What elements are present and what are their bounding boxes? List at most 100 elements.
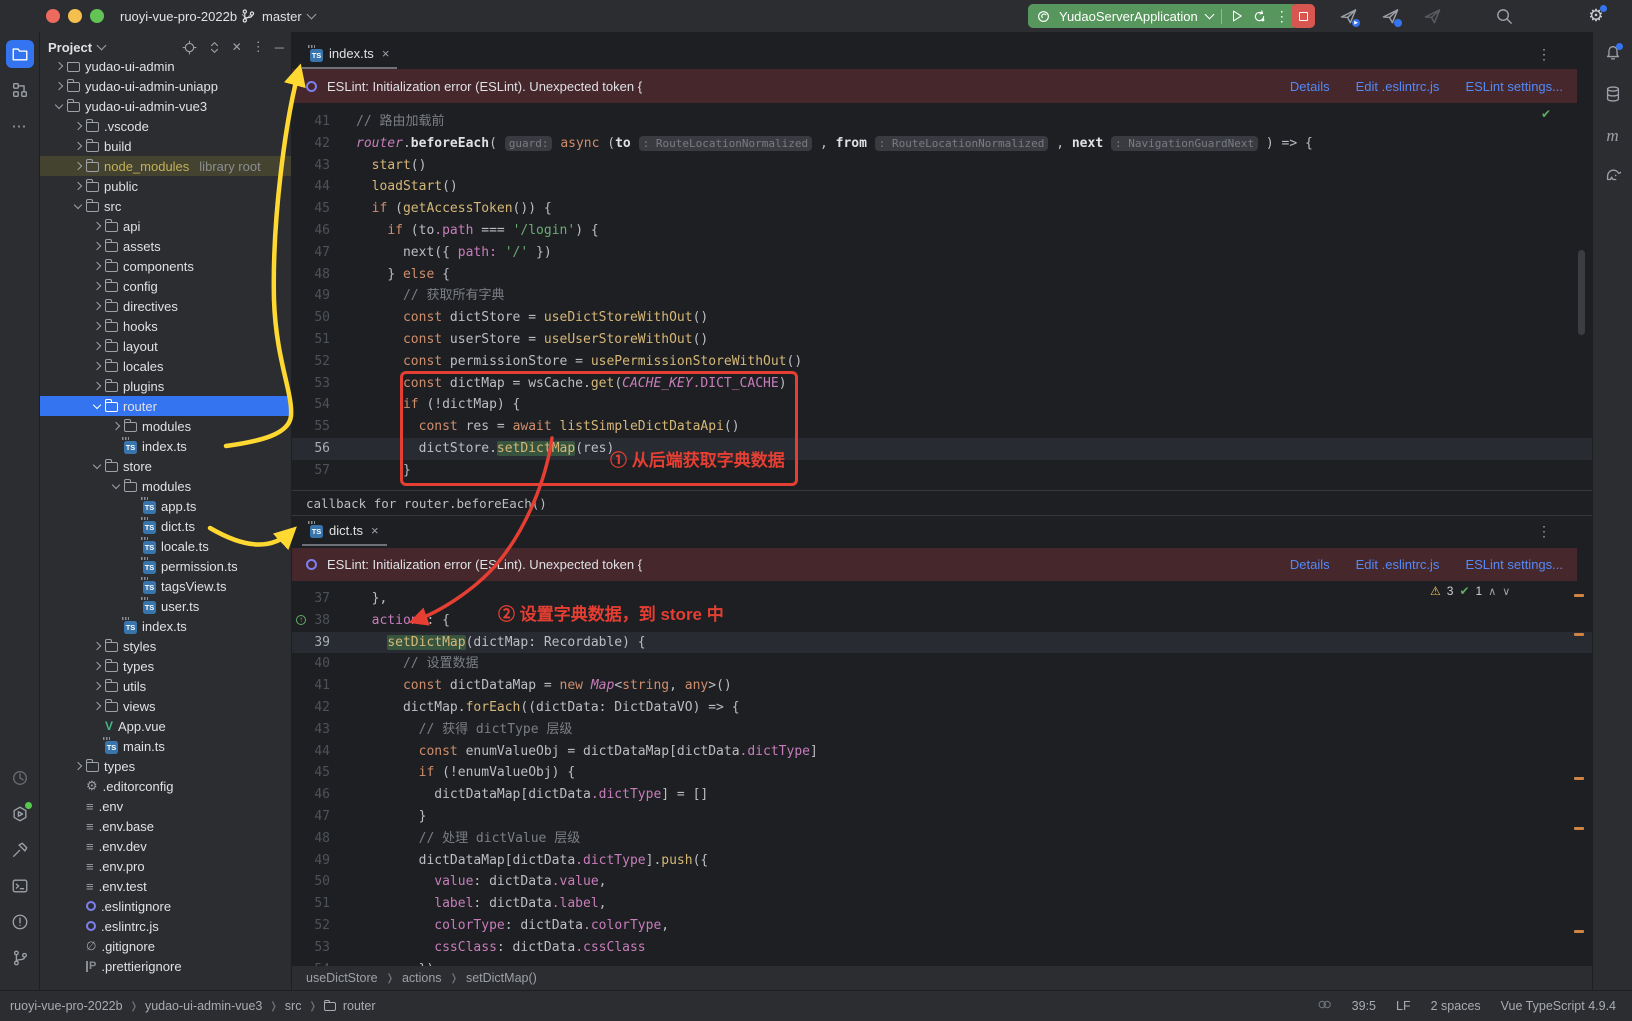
code-line-40[interactable]: 40 // 设置数据 <box>292 653 1592 675</box>
tree-item-index.ts[interactable]: TSindex.ts <box>40 436 292 456</box>
line-number[interactable]: 57 <box>292 460 344 482</box>
tab-index-ts[interactable]: TS index.ts × <box>302 40 397 69</box>
tab-options-icon[interactable]: ⋮ <box>1537 46 1552 63</box>
code-line-55[interactable]: 55 const res = await listSimpleDictDataA… <box>292 416 1592 438</box>
tree-item-src[interactable]: src <box>40 196 292 216</box>
code-line-45[interactable]: 45 if (!enumValueObj) { <box>292 762 1592 784</box>
tree-item-locale.ts[interactable]: TSlocale.ts <box>40 536 292 556</box>
breadcrumb-item[interactable]: useDictStore <box>306 971 378 985</box>
line-number[interactable]: 46 <box>292 220 344 242</box>
code-line-49[interactable]: 49 // 获取所有字典 <box>292 285 1592 307</box>
banner-link-edit-eslintrc-js[interactable]: Edit .eslintrc.js <box>1356 79 1440 94</box>
status-breadcrumb-item[interactable]: yudao-ui-admin-vue3 <box>145 999 262 1013</box>
chevron-right-icon[interactable] <box>93 322 101 330</box>
tree-item-node_modules[interactable]: node_moduleslibrary root <box>40 156 292 176</box>
chevron-right-icon[interactable] <box>112 422 120 430</box>
code-line-38[interactable]: 38↑ actions: { <box>292 610 1592 632</box>
tree-item-.eslintignore[interactable]: .eslintignore <box>40 896 292 916</box>
top-code-editor[interactable]: 41// 路由加载前42router.beforeEach( guard: as… <box>292 103 1592 490</box>
line-number[interactable]: 55 <box>292 416 344 438</box>
line-number[interactable]: 52 <box>292 915 344 937</box>
tree-item-.vscode[interactable]: .vscode <box>40 116 292 136</box>
code-line-37[interactable]: 37 }, <box>292 588 1592 610</box>
tree-item-index.ts[interactable]: TSindex.ts <box>40 616 292 636</box>
next-problem-icon[interactable]: ∨ <box>1502 585 1510 598</box>
chevron-right-icon[interactable] <box>55 82 63 90</box>
banner-link-edit-eslintrc-js[interactable]: Edit .eslintrc.js <box>1356 557 1440 572</box>
line-number[interactable]: 47 <box>292 242 344 264</box>
chevron-right-icon[interactable] <box>93 302 101 310</box>
tree-item-public[interactable]: public <box>40 176 292 196</box>
chevron-right-icon[interactable] <box>93 382 101 390</box>
tree-item-router[interactable]: router <box>40 396 292 416</box>
breadcrumb-item[interactable]: setDictMap() <box>466 971 537 985</box>
services-tool-window-button[interactable] <box>6 800 34 828</box>
line-number[interactable]: 46 <box>292 784 344 806</box>
tree-item-dict.ts[interactable]: TSdict.ts <box>40 516 292 536</box>
tree-item-yudao-ui-admin[interactable]: yudao-ui-admin <box>40 62 292 76</box>
line-number[interactable]: 54 <box>292 959 344 966</box>
line-number[interactable]: 42 <box>292 697 344 719</box>
breadcrumb-item[interactable]: actions <box>402 971 442 985</box>
banner-link-eslint-settings-[interactable]: ESLint settings... <box>1465 79 1563 94</box>
build-tool-window-button[interactable] <box>6 836 34 864</box>
status-breadcrumb-item[interactable]: router <box>343 999 376 1013</box>
line-number[interactable]: 40 <box>292 653 344 675</box>
code-line-47[interactable]: 47 next({ path: '/' }) <box>292 242 1592 264</box>
tree-item-directives[interactable]: directives <box>40 296 292 316</box>
warning-stripe-mark[interactable] <box>1574 827 1584 830</box>
tree-item-types[interactable]: types <box>40 756 292 776</box>
bottom-inspections-widget[interactable]: ⚠3 ✔1 ∧ ∨ <box>1430 584 1510 598</box>
tree-item-yudao-ui-admin-uniapp[interactable]: yudao-ui-admin-uniapp <box>40 76 292 96</box>
locate-file-icon[interactable] <box>182 40 197 55</box>
gradle-tool-icon[interactable] <box>1604 166 1622 187</box>
line-number[interactable]: 39 <box>292 632 344 654</box>
code-line-44[interactable]: 44 const enumValueObj = dictDataMap[dict… <box>292 741 1592 763</box>
status-breadcrumb-item[interactable]: src <box>285 999 302 1013</box>
chevron-down-icon[interactable] <box>93 400 101 408</box>
tree-item-api[interactable]: api <box>40 216 292 236</box>
chevron-down-icon[interactable] <box>74 200 82 208</box>
profile-file-icon[interactable] <box>1422 6 1442 26</box>
tree-item-App.vue[interactable]: VApp.vue <box>40 716 292 736</box>
close-tab-icon[interactable]: × <box>371 523 379 538</box>
code-line-47[interactable]: 47 } <box>292 806 1592 828</box>
tree-item-tagsView.ts[interactable]: TStagsView.ts <box>40 576 292 596</box>
code-line-42[interactable]: 42 dictMap.forEach((dictData: DictDataVO… <box>292 697 1592 719</box>
tree-item-yudao-ui-admin-vue3[interactable]: yudao-ui-admin-vue3 <box>40 96 292 116</box>
tree-item-hooks[interactable]: hooks <box>40 316 292 336</box>
warning-stripe-mark[interactable] <box>1574 633 1584 636</box>
code-line-45[interactable]: 45 if (getAccessToken()) { <box>292 198 1592 220</box>
expand-collapse-icon[interactable] <box>207 40 222 55</box>
line-number[interactable]: 43 <box>292 155 344 177</box>
tree-item-.env.pro[interactable]: ≡.env.pro <box>40 856 292 876</box>
close-window-button[interactable] <box>46 9 60 23</box>
version-control-tool-window-button[interactable] <box>6 944 34 972</box>
tree-item-.gitignore[interactable]: ∅.gitignore <box>40 936 292 956</box>
code-line-52[interactable]: 52 colorType: dictData.colorType, <box>292 915 1592 937</box>
override-marker-icon[interactable]: ↑ <box>296 615 306 625</box>
warning-stripe-mark[interactable] <box>1574 777 1584 780</box>
sticky-context-line[interactable]: callback for router.beforeEach() <box>292 490 1592 516</box>
code-line-51[interactable]: 51 const userStore = useUserStoreWithOut… <box>292 329 1592 351</box>
line-number[interactable]: 44 <box>292 741 344 763</box>
line-number[interactable]: 49 <box>292 285 344 307</box>
maximize-window-button[interactable] <box>90 9 104 23</box>
scrollbar-thumb[interactable] <box>1578 250 1585 335</box>
tab-dict-ts[interactable]: TS dict.ts × <box>302 516 387 546</box>
tree-item-layout[interactable]: layout <box>40 336 292 356</box>
tree-item-.eslintrc.js[interactable]: .eslintrc.js <box>40 916 292 936</box>
line-number[interactable]: 43 <box>292 719 344 741</box>
tree-item-.env.base[interactable]: ≡.env.base <box>40 816 292 836</box>
line-number[interactable]: 50 <box>292 307 344 329</box>
chevron-right-icon[interactable] <box>93 642 101 650</box>
tree-item-components[interactable]: components <box>40 256 292 276</box>
search-everywhere-icon[interactable] <box>1494 6 1514 26</box>
tree-item-locales[interactable]: locales <box>40 356 292 376</box>
code-line-46[interactable]: 46 if (to.path === '/login') { <box>292 220 1592 242</box>
structure-tool-window-button[interactable] <box>6 76 34 104</box>
warning-stripe-mark[interactable] <box>1574 930 1584 933</box>
more-run-options-button[interactable]: ⋮ <box>1275 8 1290 25</box>
line-number[interactable]: 50 <box>292 871 344 893</box>
tree-item-.prettierignore[interactable]: P.prettierignore <box>40 956 292 976</box>
